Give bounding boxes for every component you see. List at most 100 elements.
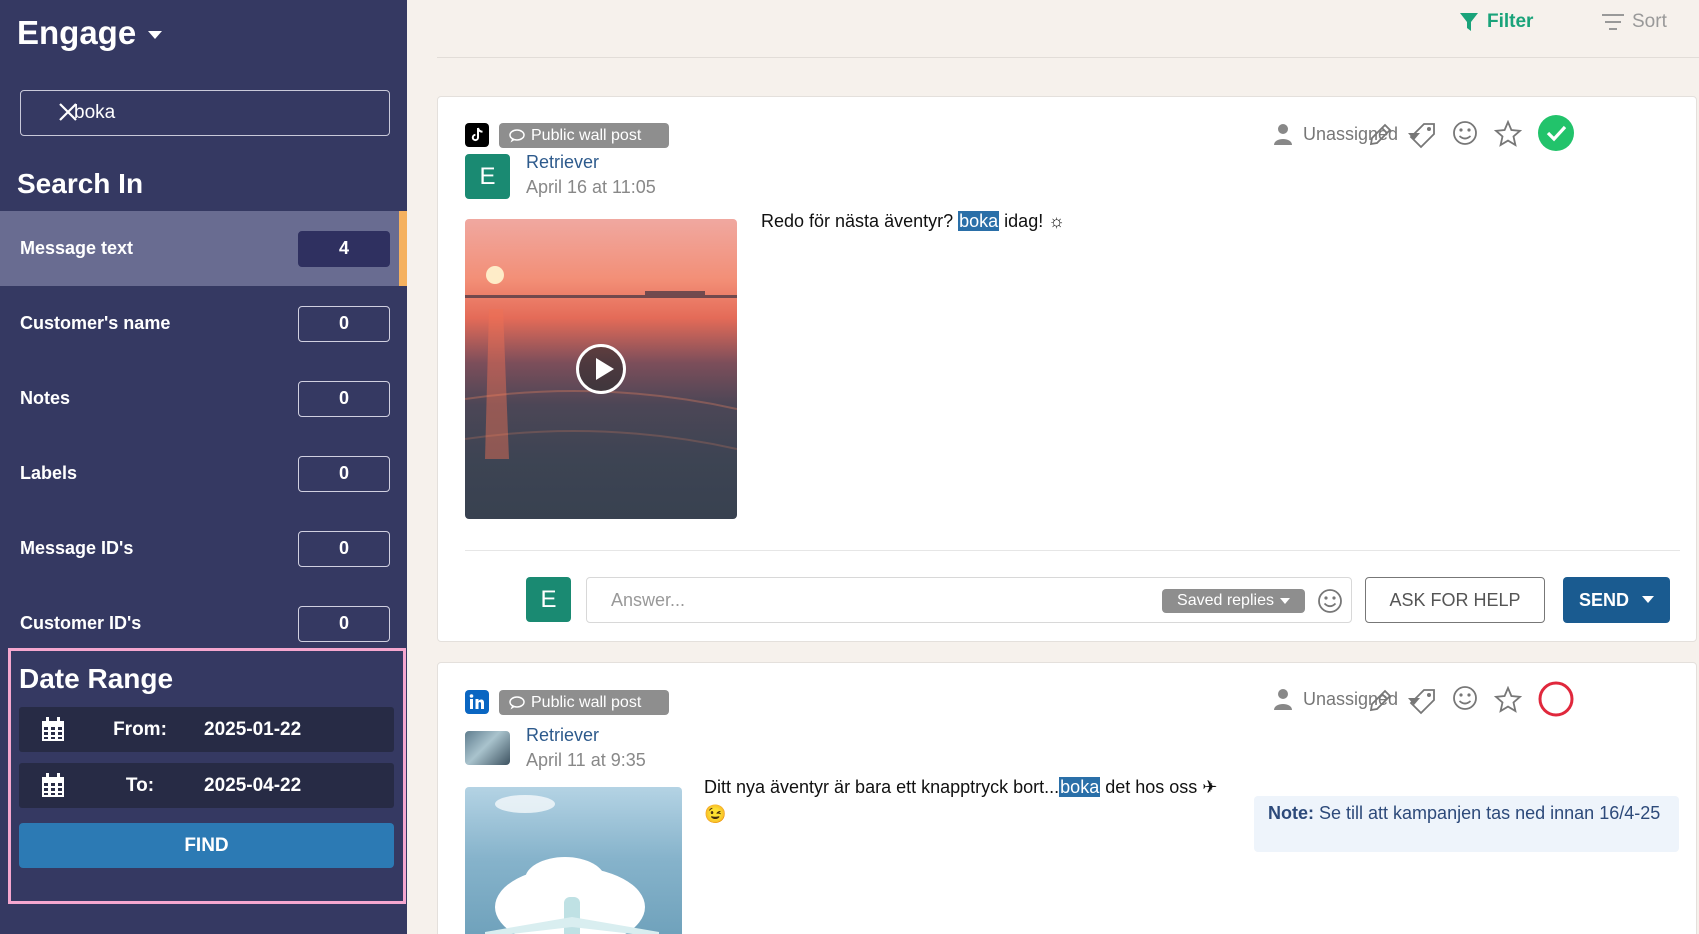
send-button[interactable]: SEND: [1563, 577, 1670, 623]
count-badge: 0: [298, 305, 390, 342]
tiktok-icon: [465, 123, 489, 147]
checkmark-icon[interactable]: [1538, 115, 1574, 151]
tag-icon[interactable]: [1409, 121, 1437, 149]
message-text-part: Redo för nästa äventyr?: [761, 211, 959, 231]
saved-replies-dropdown[interactable]: Saved replies: [1162, 589, 1305, 613]
count-badge: 0: [298, 605, 390, 642]
status-open-icon[interactable]: [1538, 681, 1574, 717]
user-icon: [1274, 689, 1292, 710]
star-icon[interactable]: [1494, 120, 1522, 148]
speech-bubble-icon: [509, 695, 525, 709]
badge-label: Public wall post: [531, 693, 642, 711]
linkedin-icon: [465, 690, 489, 714]
search-in-message-ids[interactable]: Message ID's 0: [0, 511, 407, 586]
post-image[interactable]: [465, 787, 682, 934]
message-text-part: det hos oss ✈: [1100, 777, 1218, 797]
saved-replies-label: Saved replies: [1177, 592, 1274, 609]
divider: [465, 550, 1680, 551]
send-label: SEND: [1579, 589, 1630, 610]
smiley-icon[interactable]: [1451, 684, 1479, 712]
chevron-down-icon: [148, 31, 163, 39]
note-text: Se till att kampanjen tas ned innan 16/4…: [1319, 803, 1661, 823]
message-text: Redo för nästa äventyr? boka idag! ☼: [761, 208, 1065, 235]
star-icon[interactable]: [1494, 686, 1522, 714]
note-label: Note:: [1268, 803, 1314, 823]
avatar: [465, 731, 510, 765]
filter-label: Filter: [1487, 11, 1534, 32]
search-in-labels[interactable]: Labels 0: [0, 436, 407, 511]
date-range-title: Date Range: [19, 663, 174, 694]
post-date: April 11 at 9:35: [526, 750, 646, 770]
video-thumbnail[interactable]: [465, 219, 737, 519]
filter-label: Message text: [20, 238, 134, 258]
calendar-icon: [42, 773, 64, 797]
avatar: E: [465, 154, 510, 199]
search-highlight: boka: [958, 211, 1000, 231]
airplane-image: [465, 787, 682, 934]
search-highlight: boka: [1059, 777, 1101, 797]
filter-label: Labels: [20, 463, 78, 483]
sidebar: Engage boka Search In Message text 4 Cus…: [0, 0, 407, 934]
app-switcher[interactable]: Engage: [17, 14, 163, 52]
close-icon[interactable]: [57, 101, 79, 123]
date-to-label: To:: [125, 774, 155, 796]
tag-icon[interactable]: [1409, 687, 1437, 715]
search-in-customer-name[interactable]: Customer's name 0: [0, 286, 407, 361]
speech-bubble-icon: [509, 128, 525, 142]
answer-input[interactable]: [587, 578, 1147, 622]
search-in-title: Search In: [17, 168, 144, 199]
search-in-notes[interactable]: Notes 0: [0, 361, 407, 436]
count-badge: 0: [298, 380, 390, 417]
search-input[interactable]: boka: [20, 90, 390, 136]
date-range-panel: Date Range From: 2025-01-22 To: 2025-04-…: [8, 648, 406, 904]
date-from-value: 2025-01-22: [204, 718, 302, 740]
reply-avatar: E: [526, 577, 571, 622]
message-card: Public wall post Retriever April 11 at 9…: [437, 662, 1697, 934]
smiley-icon[interactable]: [1451, 119, 1479, 147]
find-button[interactable]: FIND: [19, 823, 394, 868]
emoji-icon[interactable]: [1317, 588, 1343, 614]
user-icon: [1274, 124, 1292, 145]
sort-button[interactable]: Sort: [1602, 11, 1667, 33]
post-type-badge: Public wall post: [499, 123, 669, 148]
filter-button[interactable]: Filter: [1459, 11, 1533, 33]
search-in-message-text[interactable]: Message text 4: [0, 211, 407, 286]
search-query: boka: [74, 102, 116, 123]
count-badge: 0: [298, 455, 390, 492]
author-name[interactable]: Retriever: [526, 725, 599, 746]
date-to-value: 2025-04-22: [204, 774, 302, 796]
message-text-part: idag! ☼: [999, 211, 1065, 231]
message-text-part: Ditt nya äventyr är bara ett knapptryck …: [704, 777, 1060, 797]
count-badge: 0: [298, 530, 390, 567]
filter-icon: [1460, 13, 1478, 31]
count-badge: 4: [298, 230, 390, 267]
ask-for-help-button[interactable]: ASK FOR HELP: [1365, 577, 1545, 623]
chevron-down-icon: [1279, 598, 1290, 604]
answer-field[interactable]: Saved replies: [586, 577, 1352, 623]
chevron-down-icon[interactable]: [1642, 596, 1654, 603]
date-from-field[interactable]: From: 2025-01-22: [19, 707, 394, 752]
badge-label: Public wall post: [531, 126, 642, 144]
post-type-badge: Public wall post: [499, 690, 669, 715]
date-from-label: From:: [113, 718, 167, 740]
message-card: Public wall post E Retriever April 16 at…: [437, 96, 1697, 642]
filter-label: Customer ID's: [20, 613, 142, 633]
date-to-field[interactable]: To: 2025-04-22: [19, 763, 394, 808]
assignee-dropdown[interactable]: Unassigned: [1273, 688, 1421, 710]
filter-label: Message ID's: [20, 538, 134, 558]
assignee-dropdown[interactable]: Unassigned: [1273, 123, 1421, 145]
calendar-icon: [42, 717, 64, 741]
pencil-icon[interactable]: [1366, 687, 1394, 715]
message-text: Ditt nya äventyr är bara ett knapptryck …: [704, 774, 1217, 828]
sort-icon: [1602, 14, 1624, 30]
filter-label: Customer's name: [20, 313, 171, 333]
message-emoji: 😉: [704, 804, 727, 824]
post-date: April 16 at 11:05: [526, 177, 656, 197]
toolbar: Filter Sort: [437, 0, 1699, 58]
filter-label: Notes: [20, 388, 71, 408]
pencil-icon[interactable]: [1366, 121, 1394, 149]
note-box: Note: Se till att kampanjen tas ned inna…: [1254, 796, 1679, 852]
author-name[interactable]: Retriever: [526, 152, 599, 173]
sort-label: Sort: [1632, 11, 1667, 32]
play-icon[interactable]: [576, 344, 626, 394]
